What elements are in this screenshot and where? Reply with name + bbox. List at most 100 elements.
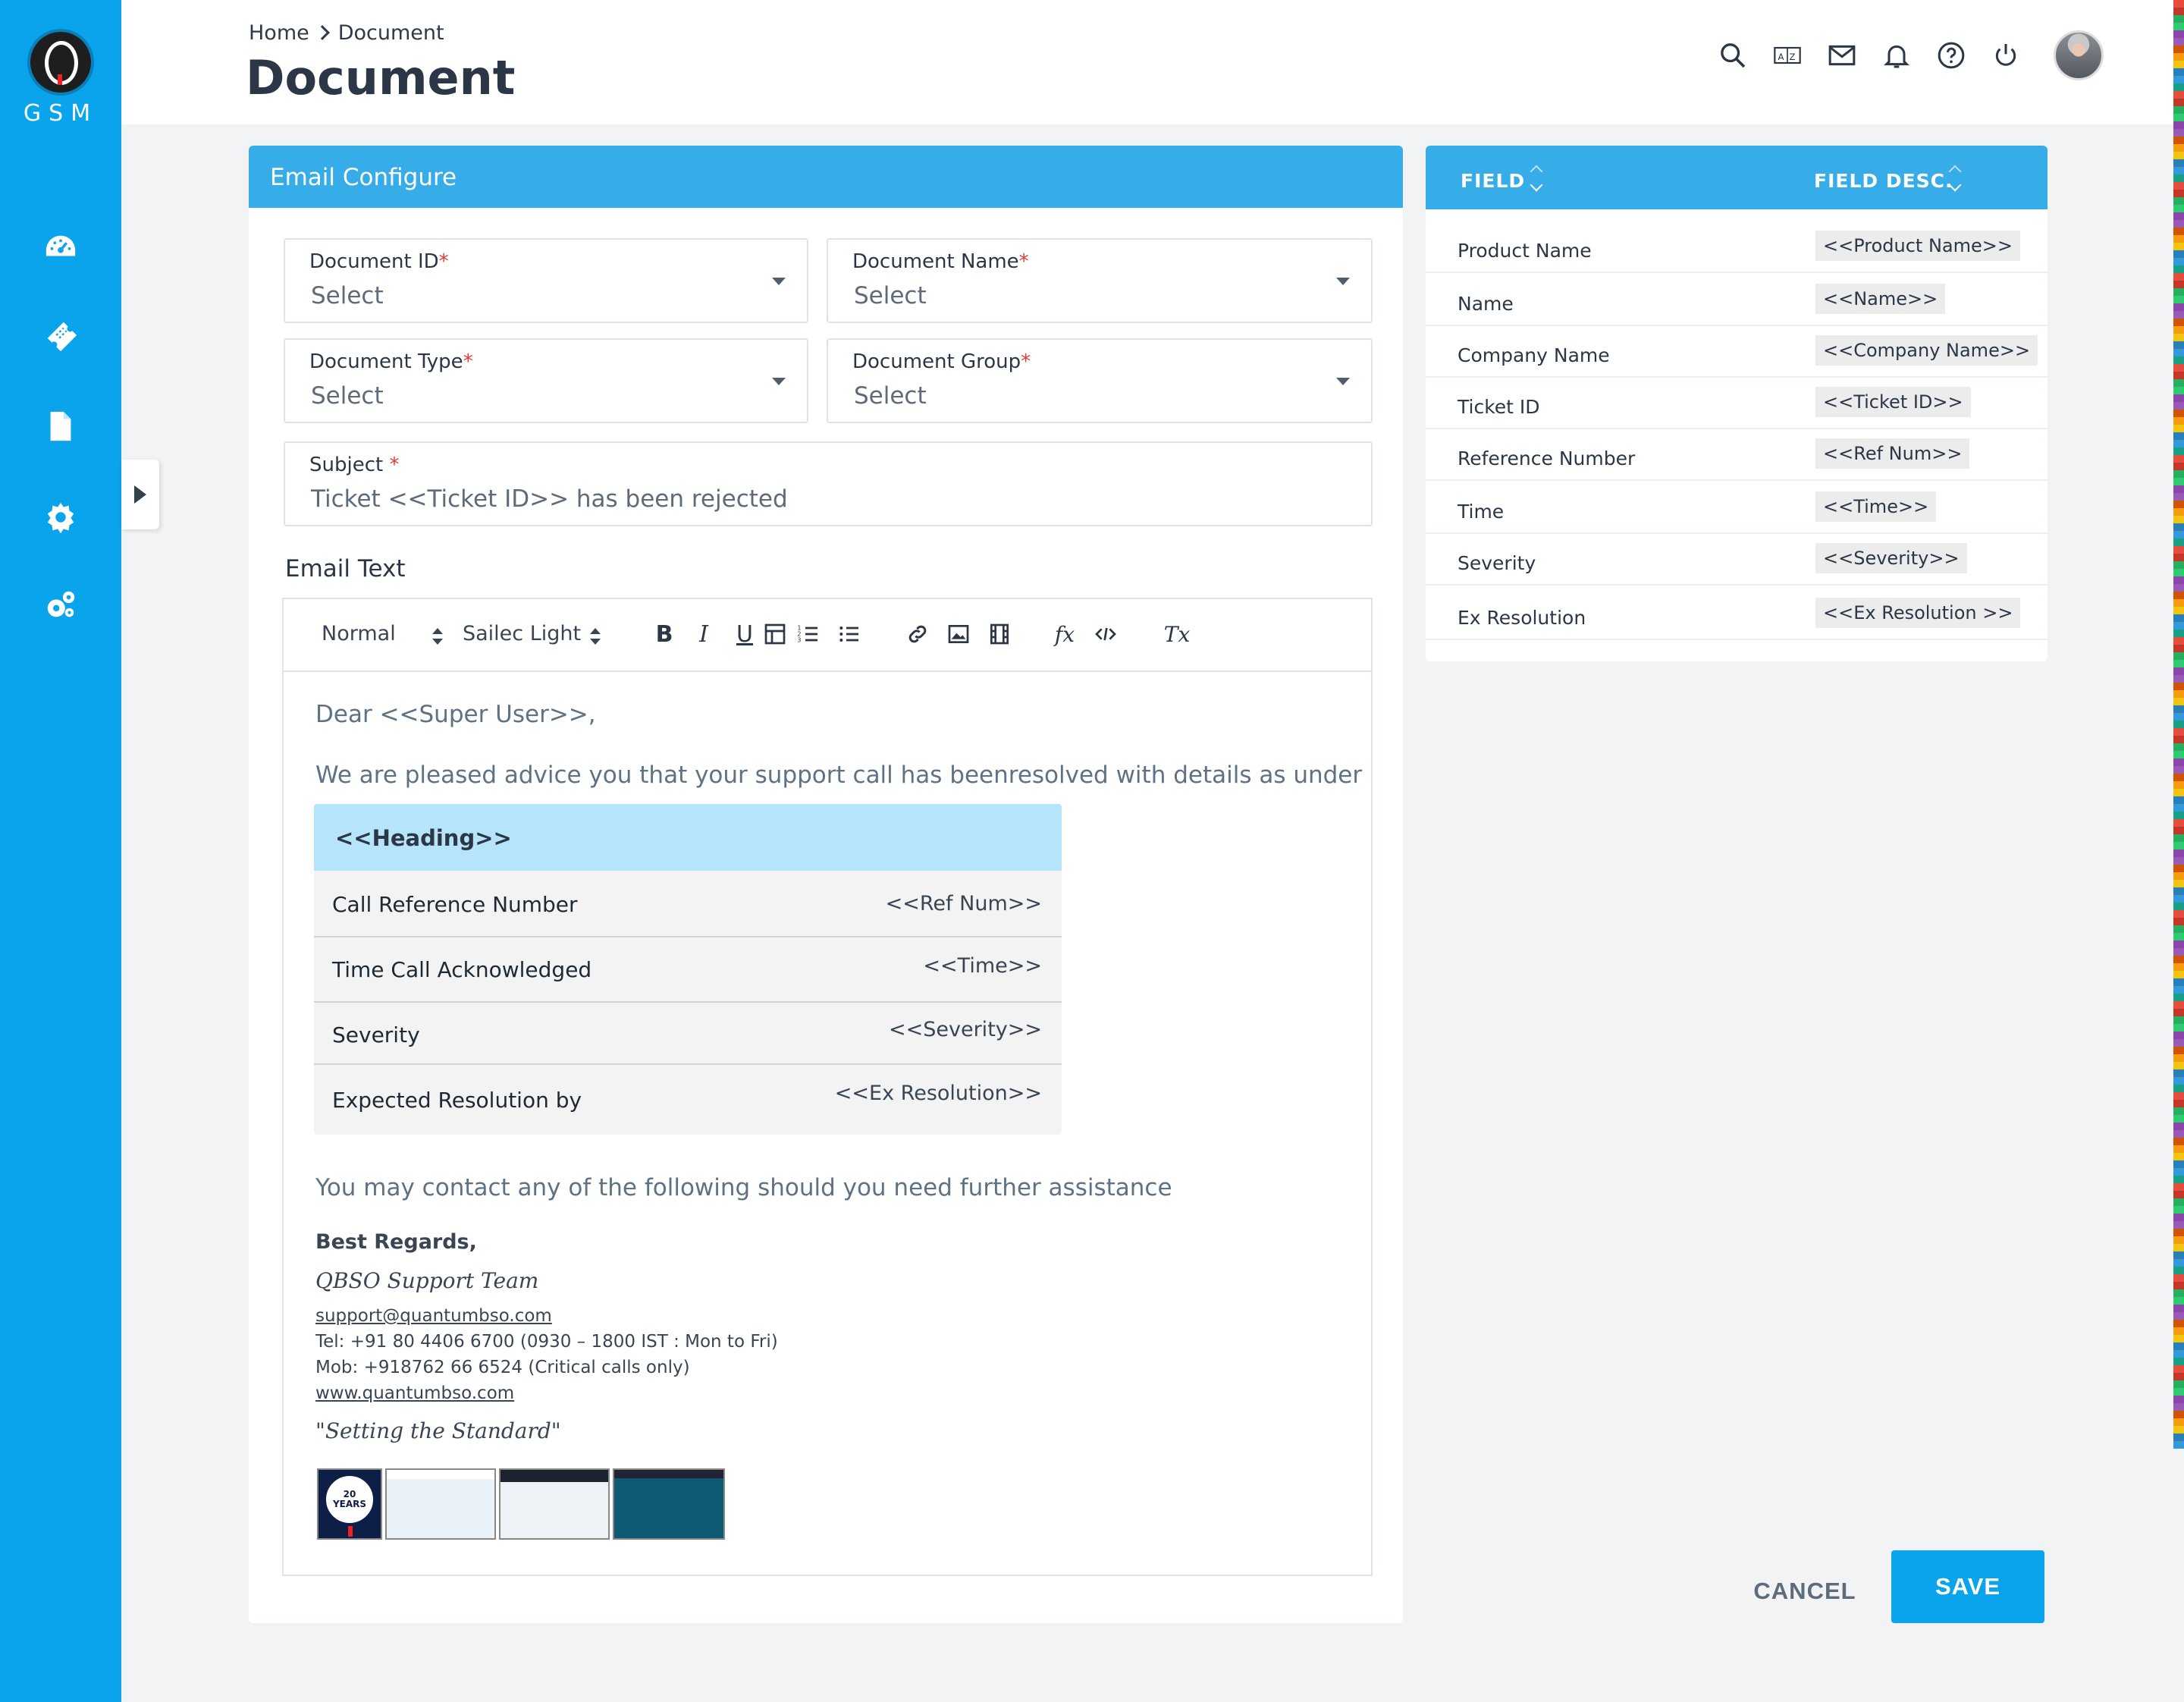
card-title: Email Configure xyxy=(249,146,1403,208)
field-row[interactable]: Company Name <<Company Name>> xyxy=(1426,326,2048,378)
dashboard-icon[interactable] xyxy=(41,228,80,267)
search-icon[interactable] xyxy=(1712,35,1753,76)
video-icon[interactable] xyxy=(984,619,1015,649)
subject-field[interactable]: Subject * Ticket <<Ticket ID>> has been … xyxy=(284,441,1373,526)
document-name-select[interactable]: Document Name* Select xyxy=(827,238,1373,323)
svg-text:A: A xyxy=(1778,52,1784,62)
sidebar: GSM xyxy=(0,0,121,1702)
column-field[interactable]: FIELD xyxy=(1461,170,1525,192)
link-icon[interactable] xyxy=(902,619,933,649)
table-row: Call Reference Number <<Ref Num>> xyxy=(314,871,1062,937)
logo-mark xyxy=(30,32,91,93)
email-tel: Tel: +91 80 4406 6700 (0930 – 1800 IST :… xyxy=(315,1332,778,1352)
email-greeting: Dear <<Super User>>, xyxy=(315,701,596,728)
document-group-value: Select xyxy=(854,382,927,410)
app-screenshot-thumb xyxy=(613,1468,725,1540)
bell-icon[interactable] xyxy=(1876,35,1917,76)
svg-text:3: 3 xyxy=(797,637,801,644)
font-select[interactable]: Sailec Light xyxy=(463,622,581,645)
font-updown-icon[interactable] xyxy=(590,628,601,645)
chevron-down-icon xyxy=(772,378,786,385)
field-row-name: Ticket ID xyxy=(1458,396,1540,418)
ticket-icon[interactable] xyxy=(41,316,80,355)
email-intro: We are pleased advice you that your supp… xyxy=(315,762,1363,789)
field-row[interactable]: Product Name <<Product Name>> xyxy=(1426,221,2048,273)
clear-format-button[interactable]: Tx xyxy=(1162,619,1192,649)
svg-text:Z: Z xyxy=(1790,52,1796,62)
field-placeholder-tag[interactable]: <<Time>> xyxy=(1815,491,1937,522)
document-id-select[interactable]: Document ID* Select xyxy=(284,238,808,323)
table-icon[interactable] xyxy=(760,619,790,649)
format-select[interactable]: Normal xyxy=(322,622,396,645)
field-placeholder-tag[interactable]: <<Product Name>> xyxy=(1815,231,2020,261)
subject-label: Subject * xyxy=(309,454,400,476)
table-row-key: Expected Resolution by xyxy=(332,1088,582,1113)
field-row[interactable]: Name <<Name>> xyxy=(1426,275,2048,326)
image-icon[interactable] xyxy=(943,619,974,649)
table-row: Time Call Acknowledged <<Time>> xyxy=(314,937,1062,1003)
help-icon[interactable] xyxy=(1931,35,1972,76)
field-placeholder-tag[interactable]: <<Ticket ID>> xyxy=(1815,387,1971,417)
document-type-select[interactable]: Document Type* Select xyxy=(284,338,808,423)
table-row-key: Time Call Acknowledged xyxy=(332,957,592,982)
chevron-down-icon xyxy=(1336,278,1350,285)
field-panel-header: FIELD FIELD DESC. xyxy=(1426,146,2048,209)
document-group-select[interactable]: Document Group* Select xyxy=(827,338,1373,423)
formula-button[interactable]: fx xyxy=(1050,619,1080,649)
field-row-name: Time xyxy=(1458,501,1505,523)
field-row[interactable]: Severity <<Severity>> xyxy=(1426,534,2048,586)
code-icon[interactable] xyxy=(1090,619,1121,649)
mail-icon[interactable] xyxy=(1822,35,1862,76)
field-row[interactable]: Time <<Time>> xyxy=(1426,482,2048,534)
header-actions: AZ xyxy=(1699,30,2104,80)
decorative-color-strip xyxy=(2173,0,2184,1449)
table-row-key: Severity xyxy=(332,1022,420,1047)
field-row-name: Reference Number xyxy=(1458,447,1636,469)
breadcrumb-home[interactable]: Home xyxy=(249,21,309,45)
user-avatar[interactable] xyxy=(2054,30,2104,80)
gear-icon[interactable] xyxy=(41,498,80,537)
underline-button[interactable]: U xyxy=(730,619,760,649)
email-text-label: Email Text xyxy=(285,555,406,583)
sidebar-expand-toggle[interactable] xyxy=(121,460,159,529)
table-row-value: <<Severity>> xyxy=(889,1018,1042,1041)
ordered-list-icon[interactable]: 123 xyxy=(793,619,824,649)
translate-icon[interactable]: AZ xyxy=(1767,35,1808,76)
field-row[interactable]: Ex Resolution <<Ex Resolution >> xyxy=(1426,589,2048,640)
email-text-editor[interactable]: Normal Sailec Light B I U 123 fx Tx Dear… xyxy=(282,598,1373,1576)
field-row[interactable]: Ticket ID <<Ticket ID>> xyxy=(1426,378,2048,429)
field-row-name: Company Name xyxy=(1458,344,1610,366)
format-updown-icon[interactable] xyxy=(432,628,443,645)
email-regards: Best Regards, xyxy=(315,1230,477,1254)
bold-button[interactable]: B xyxy=(649,619,679,649)
field-placeholder-tag[interactable]: <<Ref Num>> xyxy=(1815,438,1970,469)
chevron-down-icon xyxy=(1336,378,1350,385)
sort-icon[interactable] xyxy=(1530,167,1542,193)
details-table: <<Heading>> Call Reference Number <<Ref … xyxy=(314,804,1062,1135)
sort-icon[interactable] xyxy=(1949,167,1961,193)
bullet-list-icon[interactable] xyxy=(834,619,864,649)
field-reference-panel: FIELD FIELD DESC. Product Name <<Product … xyxy=(1426,146,2048,661)
field-placeholder-tag[interactable]: <<Company Name>> xyxy=(1815,335,2038,366)
field-placeholder-tag[interactable]: <<Ex Resolution >> xyxy=(1815,598,2021,628)
column-field-desc[interactable]: FIELD DESC. xyxy=(1814,170,1953,192)
power-icon[interactable] xyxy=(1985,35,2026,76)
field-placeholder-tag[interactable]: <<Severity>> xyxy=(1815,543,1967,573)
table-row-key: Call Reference Number xyxy=(332,892,578,917)
save-button[interactable]: SAVE xyxy=(1891,1550,2044,1623)
details-table-heading: <<Heading>> xyxy=(314,804,1062,871)
table-row-value: <<Ref Num>> xyxy=(885,892,1042,915)
document-icon[interactable] xyxy=(41,407,80,446)
breadcrumb-chevron-icon xyxy=(314,25,330,40)
gsm-logo[interactable]: GSM xyxy=(0,26,121,132)
gears-icon[interactable] xyxy=(41,586,80,625)
italic-button[interactable]: I xyxy=(689,619,719,649)
table-row-value: <<Ex Resolution>> xyxy=(834,1082,1042,1105)
email-website-link[interactable]: www.quantumbso.com xyxy=(315,1383,514,1403)
document-type-value: Select xyxy=(311,382,384,410)
field-row[interactable]: Reference Number <<Ref Num>> xyxy=(1426,429,2048,481)
email-support-link[interactable]: support@quantumbso.com xyxy=(315,1306,552,1326)
cancel-button[interactable]: CANCEL xyxy=(1744,1567,1866,1616)
field-placeholder-tag[interactable]: <<Name>> xyxy=(1815,284,1946,314)
chevron-down-icon xyxy=(772,278,786,285)
